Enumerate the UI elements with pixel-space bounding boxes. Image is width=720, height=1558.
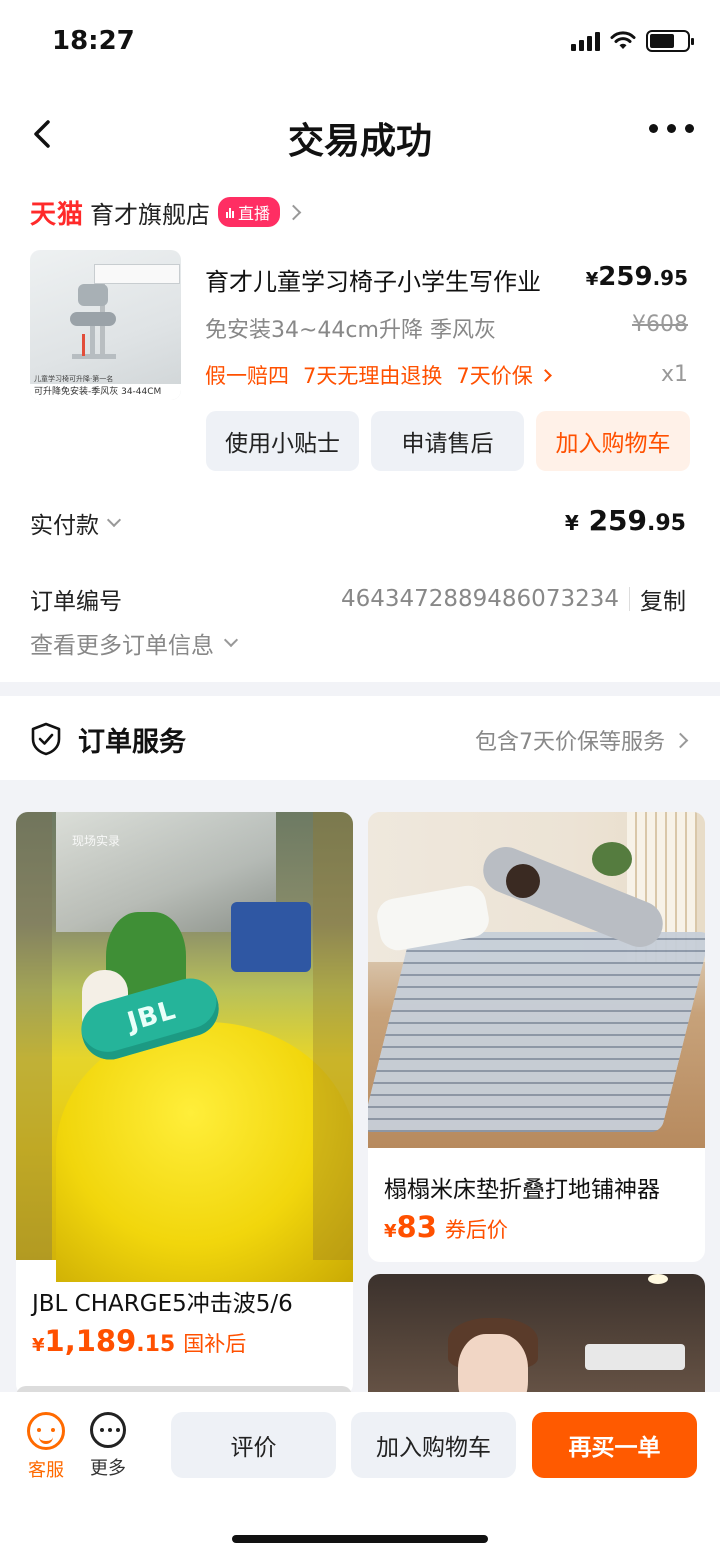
product-quantity: x1 bbox=[660, 362, 688, 387]
wifi-icon bbox=[610, 31, 636, 49]
watermark: 现场实录 bbox=[72, 834, 121, 848]
product-title[interactable]: 育才儿童学习椅子小学生写作业 bbox=[205, 262, 541, 297]
payment-row: 实付款 ¥ 259.95 bbox=[30, 504, 686, 546]
product-image-caption: 可升降免安装-季风灰 34-44CM bbox=[30, 384, 181, 400]
product-card-title: 榻榻米床垫折叠打地铺神器 bbox=[384, 1177, 660, 1203]
product-sku: 免安装34~44cm升降 季风灰 bbox=[205, 318, 496, 343]
product-image-caption-small: 儿童学习椅可升降·第一名 bbox=[34, 375, 114, 383]
more-order-info-label: 查看更多订单信息 bbox=[30, 633, 214, 659]
product-card-image[interactable] bbox=[368, 1274, 705, 1396]
chevron-right-icon bbox=[538, 368, 552, 382]
product-card-price: ¥83 券后价 bbox=[384, 1210, 508, 1244]
divider bbox=[629, 587, 630, 611]
more-order-info-toggle[interactable]: 查看更多订单信息 bbox=[30, 626, 239, 660]
signal-icon bbox=[571, 31, 600, 51]
battery-icon bbox=[646, 30, 694, 52]
product-image[interactable]: 儿童学习椅可升降·第一名 可升降免安装-季风灰 34-44CM bbox=[30, 250, 181, 400]
live-bars-icon bbox=[226, 206, 235, 218]
product-original-price: ¥608 bbox=[632, 312, 688, 337]
page-title: 交易成功 bbox=[287, 121, 432, 162]
more-button[interactable]: 更多 bbox=[78, 1412, 138, 1480]
chevron-right-icon bbox=[285, 204, 302, 220]
order-number-label: 订单编号 bbox=[30, 589, 122, 615]
product-price: ¥259.95 bbox=[585, 262, 688, 292]
customer-service-label: 客服 bbox=[28, 1460, 64, 1481]
customer-service-icon bbox=[27, 1412, 65, 1450]
recommendation-feed: JBL 现场实录 JBL CHARGE5冲击波5/6 ¥1,189.15 国补后… bbox=[0, 796, 720, 1396]
more-label: 更多 bbox=[90, 1458, 126, 1479]
customer-service-button[interactable]: 客服 bbox=[16, 1412, 76, 1482]
status-icons bbox=[571, 30, 694, 52]
shield-icon bbox=[31, 722, 61, 756]
order-service-row[interactable]: 订单服务 包含7天价保等服务 bbox=[0, 696, 720, 780]
chevron-right-icon bbox=[672, 732, 689, 748]
buy-again-button[interactable]: 再买一单 bbox=[532, 1412, 697, 1478]
order-number-row: 订单编号 4643472889486073234 复制 bbox=[30, 582, 686, 616]
live-badge-label: 直播 bbox=[238, 204, 271, 223]
chevron-down-icon bbox=[106, 512, 122, 528]
bottom-add-to-cart-button[interactable]: 加入购物车 bbox=[351, 1412, 516, 1478]
service-title: 订单服务 bbox=[78, 727, 186, 758]
shop-name: 育才旗舰店 bbox=[90, 200, 211, 229]
navigation-bar: 交易成功 bbox=[0, 100, 720, 170]
payment-amount: ¥ 259.95 bbox=[564, 504, 686, 537]
more-icon[interactable] bbox=[649, 124, 694, 133]
after-sale-button[interactable]: 申请售后 bbox=[371, 411, 524, 471]
product-card-image[interactable] bbox=[368, 812, 705, 1148]
review-button[interactable]: 评价 bbox=[171, 1412, 336, 1478]
guarantee-item: 7天无理由退换 bbox=[303, 364, 443, 388]
live-badge[interactable]: 直播 bbox=[218, 197, 281, 227]
product-card[interactable]: 榻榻米床垫折叠打地铺神器 ¥83 券后价 bbox=[368, 812, 705, 1262]
payment-label: 实付款 bbox=[30, 513, 99, 539]
status-bar: 18:27 bbox=[0, 0, 720, 88]
chevron-down-icon bbox=[223, 632, 239, 648]
product-card[interactable]: JBL 现场实录 JBL CHARGE5冲击波5/6 ¥1,189.15 国补后 bbox=[16, 812, 353, 1396]
copy-button[interactable]: 复制 bbox=[640, 582, 686, 616]
product-card-price: ¥1,189.15 国补后 bbox=[32, 1324, 247, 1358]
more-circle-icon bbox=[90, 1412, 126, 1448]
bottom-action-bar: 客服 更多 评价 加入购物车 再买一单 bbox=[0, 1392, 720, 1558]
product-card-image[interactable]: JBL 现场实录 bbox=[16, 812, 353, 1282]
guarantee-item: 假一赔四 bbox=[205, 364, 289, 388]
guarantee-item: 7天价保 bbox=[456, 364, 533, 388]
tmall-logo: 天猫 bbox=[30, 199, 85, 230]
home-indicator[interactable] bbox=[232, 1535, 488, 1543]
order-number: 4643472889486073234 bbox=[340, 586, 619, 612]
product-guarantees[interactable]: 假一赔四 7天无理由退换 7天价保 bbox=[205, 360, 552, 390]
shop-header[interactable]: 天猫 育才旗舰店 直播 bbox=[30, 192, 302, 232]
add-to-cart-button[interactable]: 加入购物车 bbox=[536, 411, 690, 471]
product-card[interactable] bbox=[368, 1274, 705, 1396]
product-card-title: JBL CHARGE5冲击波5/6 bbox=[32, 1291, 293, 1317]
tips-button[interactable]: 使用小贴士 bbox=[206, 411, 359, 471]
service-desc: 包含7天价保等服务 bbox=[475, 724, 689, 756]
status-time: 18:27 bbox=[52, 26, 135, 56]
